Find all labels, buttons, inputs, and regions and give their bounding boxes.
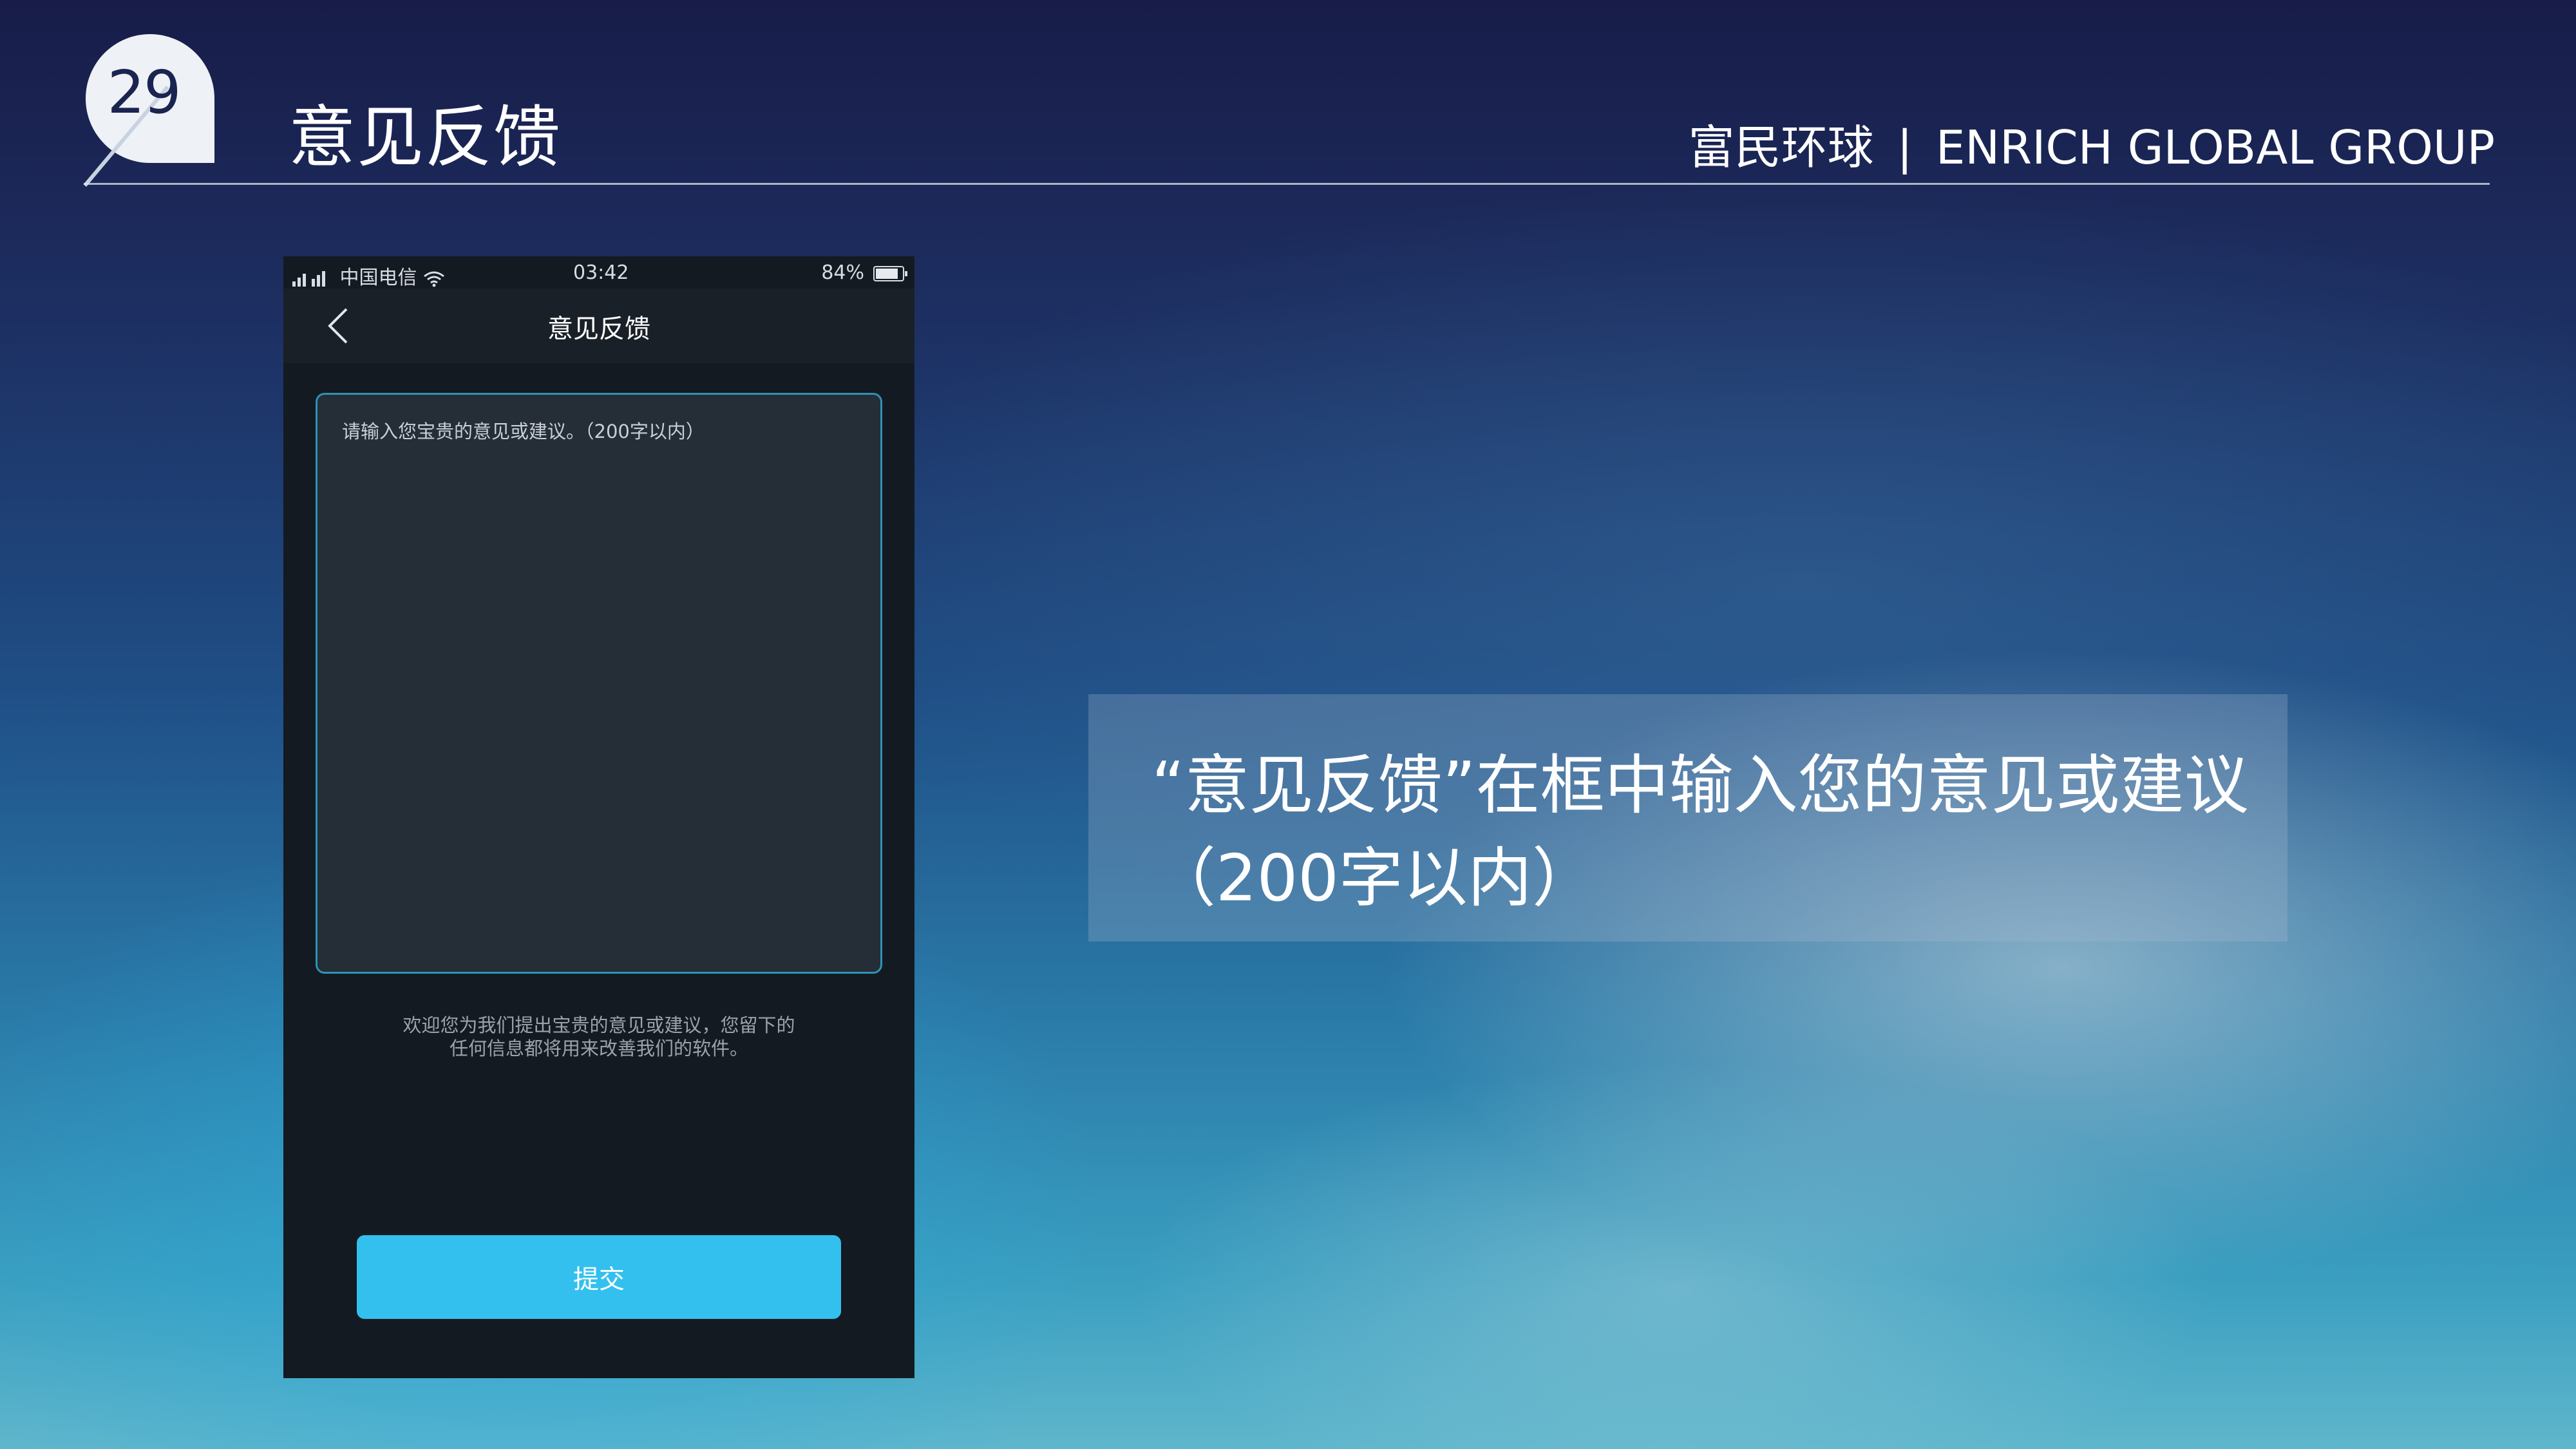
battery-icon (873, 265, 907, 281)
signal-icon (292, 270, 325, 287)
submit-button[interactable]: 提交 (357, 1235, 841, 1319)
status-time: 03:42 (573, 261, 629, 284)
status-bar: 中国电信 03:42 84% (283, 256, 914, 289)
brand-separator: | (1897, 120, 1913, 175)
slide-number: 29 (107, 58, 181, 127)
nav-bar: 意见反馈 (283, 289, 914, 363)
brand-chinese: 富民环球 (1688, 120, 1874, 175)
hint-line-1: 欢迎您为我们提出宝贵的意见或建议，您留下的 (402, 1014, 795, 1036)
wifi-icon (424, 271, 445, 287)
phone-screenshot: 中国电信 03:42 84% 意见反馈 欢迎您为我们提出宝贵的意见或建议，您留下… (283, 256, 914, 1378)
carrier-name: 中国电信 (339, 267, 417, 289)
caption-line-2: （200字以内） (1151, 840, 1596, 916)
caption-line-1: “意见反馈”在框中输入您的意见或建议 (1151, 748, 2249, 823)
page-title: 意见反馈 (289, 98, 562, 176)
brand: 富民环球 | ENRICH GLOBAL GROUP (1689, 109, 2495, 177)
header-divider (84, 183, 2490, 185)
feedback-input[interactable] (316, 393, 882, 974)
brand-english: ENRICH GLOBAL GROUP (1935, 120, 2495, 175)
battery-percent: 84% (821, 261, 864, 284)
hint-line-2: 任何信息都将用来改善我们的软件。 (449, 1037, 748, 1059)
caption-box: “意见反馈”在框中输入您的意见或建议 （200字以内） (1088, 694, 2287, 942)
status-left: 中国电信 (292, 261, 445, 290)
feedback-hint: 欢迎您为我们提出宝贵的意见或建议，您留下的 任何信息都将用来改善我们的软件。 (367, 1014, 831, 1060)
nav-title: 意见反馈 (547, 314, 650, 344)
status-right: 84% (821, 261, 907, 284)
